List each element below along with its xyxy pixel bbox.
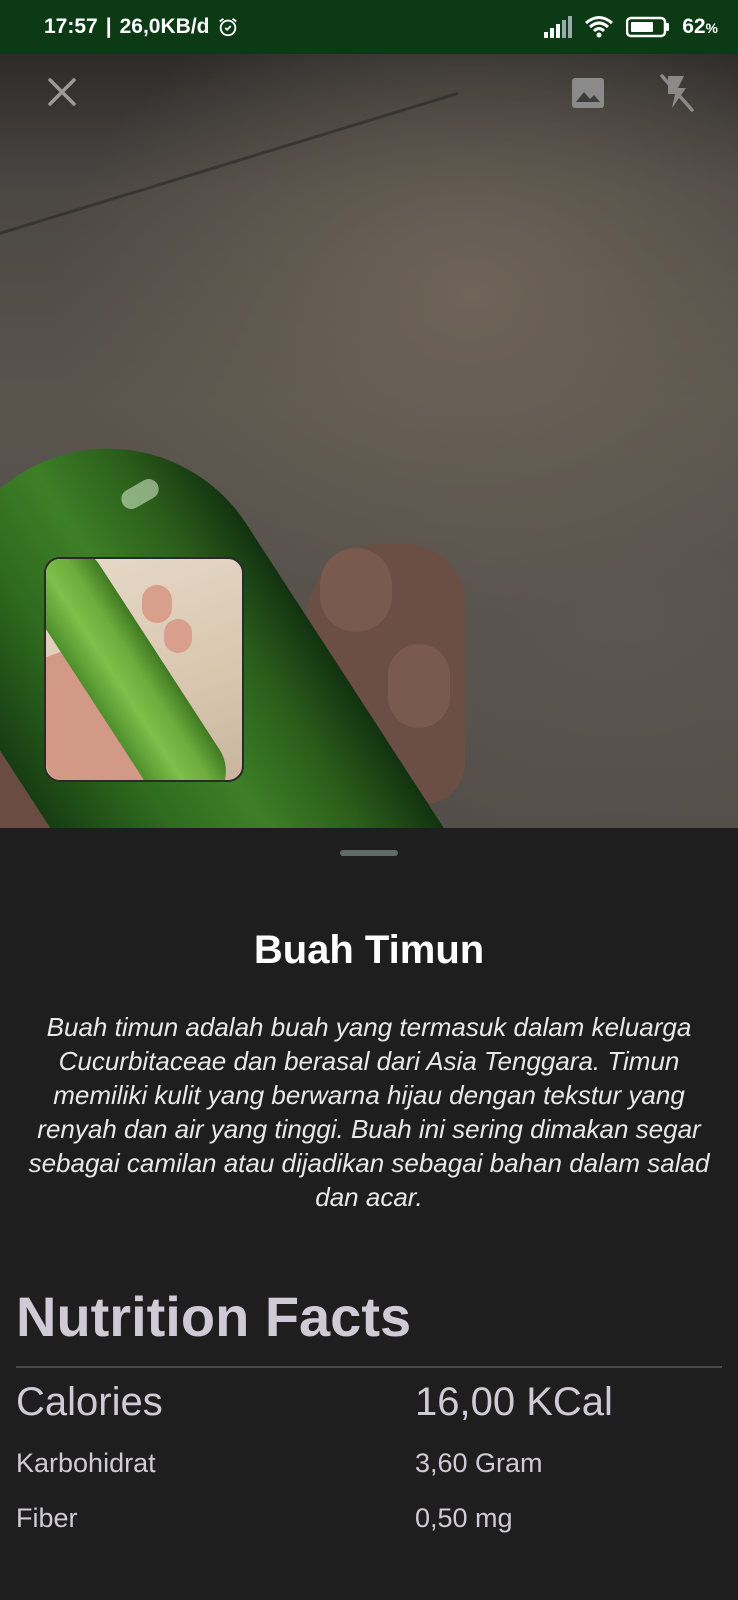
status-time: 17:57 — [44, 15, 98, 38]
battery-icon — [626, 16, 670, 38]
close-button[interactable] — [40, 70, 84, 114]
nutrition-value: 16,00 KCal — [415, 1380, 613, 1424]
nutrition-heading: Nutrition Facts — [16, 1285, 412, 1348]
drag-handle[interactable] — [340, 850, 398, 856]
nutrition-value: 0,50 mg — [415, 1503, 513, 1533]
nutrition-divider — [16, 1366, 722, 1368]
status-left: 17:57 | 26,0KB/d — [44, 15, 239, 39]
finger — [142, 585, 172, 623]
floor-line — [0, 91, 459, 247]
image-icon — [572, 78, 604, 108]
finger — [388, 644, 450, 728]
food-description: Buah timun adalah buah yang termasuk dal… — [28, 1012, 710, 1212]
status-separator: | — [105, 15, 112, 38]
captured-photo-thumbnail[interactable] — [44, 557, 244, 782]
network-speed: 26,0KB/d — [119, 15, 210, 38]
food-title: Buah Timun — [253, 928, 485, 972]
alarm-icon — [219, 18, 238, 37]
signal-icon — [544, 16, 573, 38]
result-bottom-sheet: Buah Timun Buah timun adalah buah yang t… — [0, 828, 738, 1600]
close-icon — [48, 78, 76, 106]
finger — [320, 548, 392, 632]
flash-off-icon — [660, 74, 694, 112]
nutrition-label: Karbohidrat — [16, 1448, 156, 1478]
nutrition-label: Calories — [16, 1380, 163, 1424]
nutrition-value: 3,60 Gram — [415, 1448, 543, 1478]
status-bar: 17:57 | 26,0KB/d 62% — [0, 0, 738, 54]
battery-percent: 62% — [682, 15, 718, 38]
finger — [164, 619, 192, 653]
wifi-icon — [585, 16, 614, 38]
scan-result-screen: 17:57 | 26,0KB/d 62% Buah Timun Buah tim… — [0, 0, 738, 1600]
nutrition-label: Fiber — [16, 1503, 78, 1533]
gallery-button[interactable] — [566, 70, 610, 114]
status-right: 62% — [544, 15, 718, 39]
flash-toggle-button[interactable] — [654, 70, 698, 114]
